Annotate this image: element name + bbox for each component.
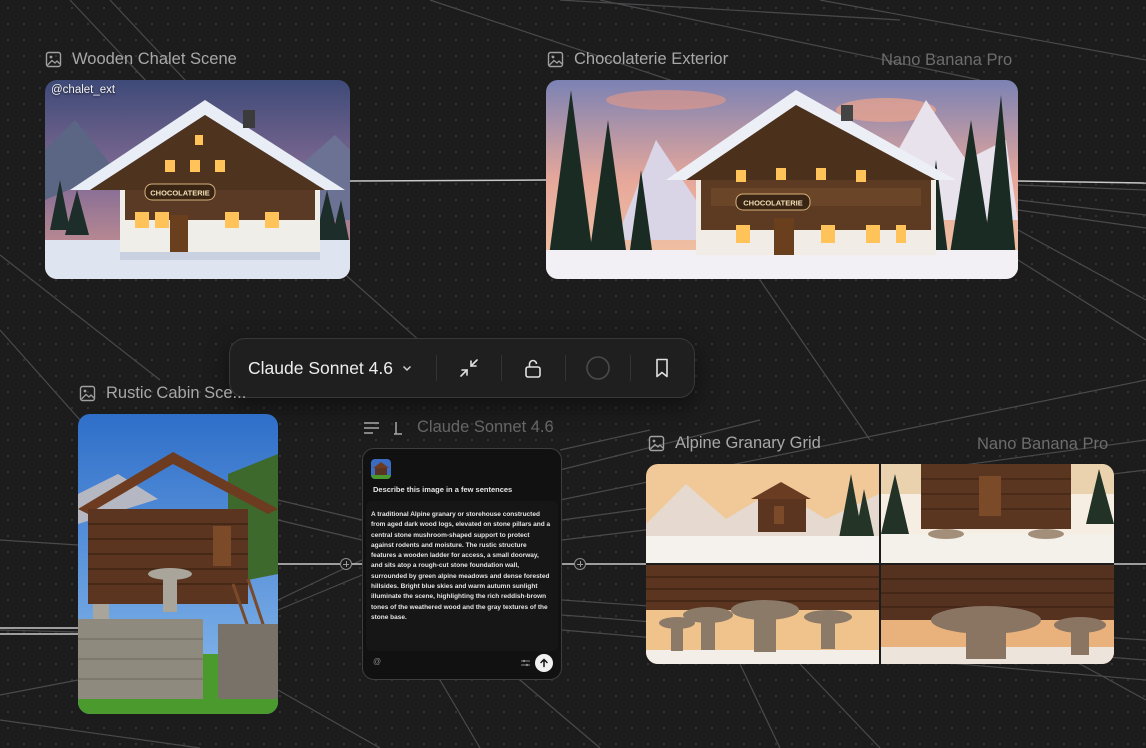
- grid-tile: [646, 464, 879, 563]
- alpine-grid-image[interactable]: [646, 464, 1114, 664]
- image-icon: [45, 51, 62, 68]
- chalet-dusk-picture: CHOCOLATERIE: [45, 80, 350, 279]
- prompt-text: Describe this image in a few sentences: [373, 485, 513, 494]
- wooden-chalet-node-label[interactable]: Wooden Chalet Scene: [45, 50, 237, 69]
- image-icon: [648, 435, 665, 452]
- image-icon: [79, 385, 96, 402]
- grid-tile: [881, 464, 1114, 563]
- rustic-cabin-title: Rustic Cabin Sce...: [106, 384, 247, 402]
- chocolaterie-title: Chocolaterie Exterior: [574, 50, 729, 68]
- wooden-chalet-title: Wooden Chalet Scene: [72, 50, 237, 68]
- wooden-chalet-image[interactable]: CHOCOLATERIE @chalet_ext: [45, 80, 350, 279]
- chocolaterie-picture: CHOCOLATERIE: [546, 80, 1018, 279]
- alpine-grid-node-label[interactable]: Alpine Granary Grid: [648, 434, 821, 453]
- alpine-grid-model-tag: Nano Banana Pro: [977, 435, 1109, 453]
- reference-handle: @chalet_ext: [51, 84, 116, 96]
- lock-button[interactable]: [502, 338, 565, 398]
- text-node-card[interactable]: Describe this image in a few sentences A…: [362, 448, 562, 680]
- send-button[interactable]: [535, 654, 553, 672]
- grid-tile: [881, 565, 1114, 664]
- granary-picture: [78, 414, 278, 714]
- image-icon: [547, 51, 564, 68]
- bookmark-icon: [656, 358, 669, 378]
- text-node-label[interactable]: Claude Sonnet 4.6: [363, 418, 554, 437]
- chocolaterie-image[interactable]: CHOCOLATERIE: [546, 80, 1018, 279]
- model-selector-label: Claude Sonnet 4.6: [248, 357, 393, 378]
- arrow-up-icon: [540, 658, 548, 668]
- chocolaterie-model-tag: Nano Banana Pro: [881, 51, 1013, 69]
- chevron-down-icon: [402, 365, 412, 372]
- response-text: A traditional Alpine granary or storehou…: [371, 511, 551, 621]
- chocolaterie-sign: CHOCOLATERIE: [150, 189, 209, 198]
- rustic-cabin-image[interactable]: [78, 414, 278, 714]
- text-cursor-icon: [394, 421, 402, 435]
- minimize-arrows-icon: [460, 359, 478, 377]
- color-button[interactable]: [566, 338, 629, 398]
- bookmark-button[interactable]: [631, 338, 694, 398]
- add-connection-handle[interactable]: [340, 558, 352, 570]
- model-selector[interactable]: Claude Sonnet 4.6: [230, 358, 436, 379]
- rustic-cabin-node-label[interactable]: Rustic Cabin Sce...: [79, 384, 246, 403]
- grid-tile: [646, 565, 879, 664]
- circle-icon: [586, 356, 610, 380]
- text-node-title: Claude Sonnet 4.6: [417, 418, 554, 436]
- add-connection-handle[interactable]: [574, 558, 586, 570]
- chocolaterie-sign-large: CHOCOLATERIE: [743, 199, 802, 208]
- response-box: A traditional Alpine granary or storehou…: [366, 501, 558, 651]
- settings-sliders-icon[interactable]: [521, 659, 530, 667]
- alpine-grid-title: Alpine Granary Grid: [675, 434, 821, 452]
- chocolaterie-node-label[interactable]: Chocolaterie Exterior: [547, 50, 728, 69]
- node-toolbar: Claude Sonnet 4.6: [229, 338, 695, 398]
- input-image-thumbnail: [371, 459, 391, 479]
- mention-button[interactable]: @: [373, 657, 381, 666]
- unlock-icon: [525, 359, 542, 378]
- collapse-button[interactable]: [437, 338, 500, 398]
- text-lines-icon: [364, 421, 379, 434]
